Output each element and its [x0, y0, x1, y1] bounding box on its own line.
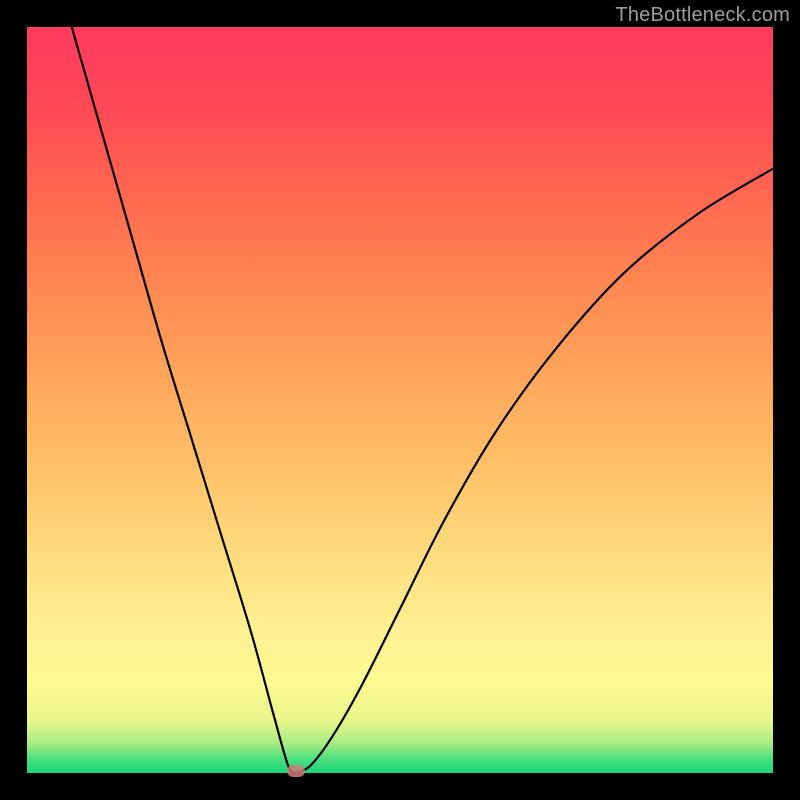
curve-right [296, 169, 773, 773]
watermark: TheBottleneck.com [615, 4, 790, 27]
bottleneck-curve [27, 27, 773, 773]
chart-container: TheBottleneck.com [0, 0, 800, 800]
optimum-marker [287, 765, 305, 777]
watermark-text: TheBottleneck.com [615, 4, 790, 26]
plot-area [27, 27, 773, 773]
curve-left [72, 27, 296, 773]
